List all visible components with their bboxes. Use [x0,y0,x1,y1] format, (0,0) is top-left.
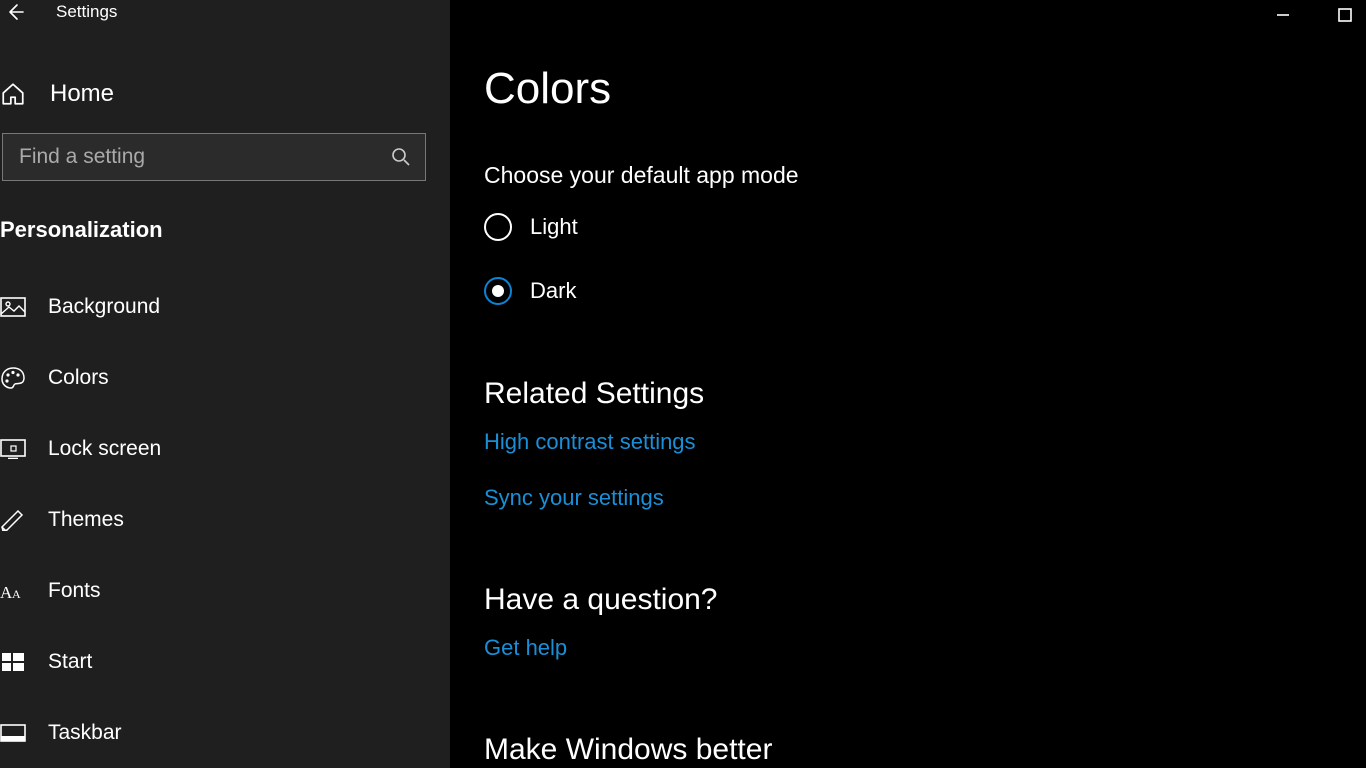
maximize-button[interactable] [1334,4,1356,26]
sidebar-item-label: Fonts [48,579,101,603]
sidebar-item-label: Start [48,650,92,674]
start-icon [0,649,26,675]
window-controls [1272,4,1356,26]
search-icon [391,147,411,167]
taskbar-icon [0,720,26,746]
fonts-icon: AA [0,578,26,604]
search-container [0,133,450,181]
radio-dark[interactable]: Dark [484,277,1366,305]
related-settings-heading: Related Settings [484,377,1366,411]
palette-icon [0,365,26,391]
sidebar-header: Settings [0,0,450,23]
sidebar-nav: Background Colors Lock screen Themes AA … [0,271,450,768]
picture-icon [0,294,26,320]
app-mode-radio-group: Light Dark [484,213,1366,305]
sidebar-home[interactable]: Home [0,71,450,117]
radio-light[interactable]: Light [484,213,1366,241]
search-box[interactable] [2,133,426,181]
sidebar-section-heading: Personalization [0,217,450,243]
radio-label: Light [530,214,578,240]
sidebar-item-start[interactable]: Start [0,626,450,697]
home-label: Home [50,80,114,108]
sidebar-item-colors[interactable]: Colors [0,342,450,413]
radio-circle-selected-icon [484,277,512,305]
page-title: Colors [484,64,1366,114]
sidebar-item-themes[interactable]: Themes [0,484,450,555]
radio-label: Dark [530,278,576,304]
link-get-help[interactable]: Get help [484,635,567,661]
themes-icon [0,507,26,533]
sidebar: Settings Home Personalization Background… [0,0,450,768]
minimize-button[interactable] [1272,4,1294,26]
radio-dot-icon [492,285,504,297]
minimize-icon [1275,7,1291,23]
main-content: Colors Choose your default app mode Ligh… [450,0,1366,768]
svg-text:A: A [12,587,21,601]
sidebar-item-label: Lock screen [48,437,161,461]
sidebar-item-label: Background [48,295,160,319]
lock-screen-icon [0,436,26,462]
radio-circle-icon [484,213,512,241]
search-input[interactable] [19,145,391,169]
sidebar-item-label: Taskbar [48,721,122,745]
back-arrow-icon [5,2,25,22]
sidebar-item-taskbar[interactable]: Taskbar [0,697,450,768]
link-high-contrast[interactable]: High contrast settings [484,429,696,455]
sidebar-item-background[interactable]: Background [0,271,450,342]
window-title: Settings [56,2,117,22]
make-better-heading: Make Windows better [484,733,1366,767]
sidebar-item-lock-screen[interactable]: Lock screen [0,413,450,484]
sidebar-item-fonts[interactable]: AA Fonts [0,555,450,626]
back-button[interactable] [4,1,26,23]
home-icon [0,81,26,107]
link-sync-settings[interactable]: Sync your settings [484,485,664,511]
app-mode-heading: Choose your default app mode [484,162,1366,189]
sidebar-item-label: Themes [48,508,124,532]
sidebar-item-label: Colors [48,366,109,390]
question-heading: Have a question? [484,583,1366,617]
maximize-icon [1337,7,1353,23]
